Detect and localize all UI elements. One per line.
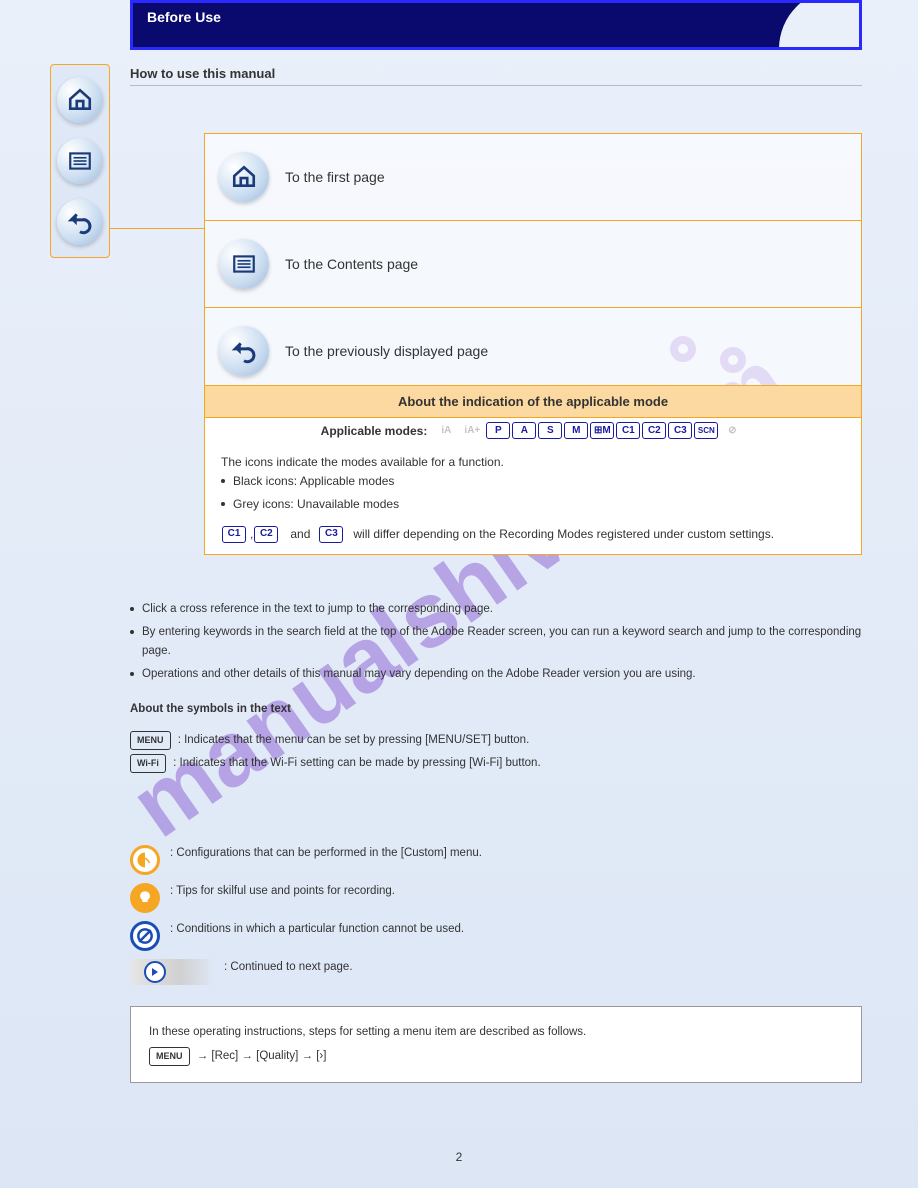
divider (130, 85, 862, 86)
continue-icon (130, 959, 214, 985)
list-icon-badge (219, 239, 269, 289)
mode-icon: S (538, 422, 562, 439)
custom-modes-note: C1, C2 and C3 will differ depending on t… (221, 525, 845, 544)
home-icon-badge (219, 152, 269, 202)
back-icon (231, 338, 257, 364)
nav-home-button[interactable] (57, 77, 103, 123)
home-icon (231, 164, 257, 190)
menu-badge: MENU (130, 731, 171, 750)
modes-icons-row: Applicable modes: iA iA+ P A S M ⊞M C1 C… (205, 418, 861, 443)
mode-icon: C1 (616, 422, 640, 439)
nav-sidebar (50, 64, 110, 258)
mode-icon: SCN (694, 422, 718, 439)
menu-badge: MENU (149, 1047, 190, 1065)
nav-toc-button[interactable] (57, 138, 103, 184)
legend-label: To the previously displayed page (285, 343, 488, 359)
body-content: Click a cross reference in the text to j… (130, 600, 862, 773)
page-banner: Before Use (130, 0, 862, 50)
modes-heading: About the indication of the applicable m… (205, 386, 861, 418)
page-title: How to use this manual (130, 66, 275, 81)
back-icon-badge (219, 326, 269, 376)
note-box: In these operating instructions, steps f… (130, 1006, 862, 1083)
mode-icon: ⊘ (720, 422, 744, 439)
legend-row-back: To the previously displayed page (205, 308, 861, 394)
modes-box: About the indication of the applicable m… (204, 385, 862, 555)
legend-row-home: To the first page (205, 134, 861, 221)
legend-label: To the first page (285, 169, 385, 185)
nav-legend: To the first page To the Contents page T… (204, 133, 862, 395)
nav-back-button[interactable] (57, 199, 103, 245)
back-icon (67, 209, 93, 235)
modes-sub: Applicable modes: (321, 424, 428, 438)
mode-icon: C3 (319, 526, 343, 543)
list-icon (231, 251, 257, 277)
mode-icon: C1 (222, 526, 246, 543)
unavailable-icon (130, 921, 160, 951)
legend-row-toc: To the Contents page (205, 221, 861, 308)
list-icon (67, 148, 93, 174)
custom-menu-icon (130, 845, 160, 875)
tip-icon (130, 883, 160, 913)
home-icon (67, 87, 93, 113)
legend-label: To the Contents page (285, 256, 418, 272)
modes-body: The icons indicate the modes available f… (205, 443, 861, 554)
wifi-badge: Wi-Fi (130, 754, 166, 773)
mode-icon: C2 (642, 422, 666, 439)
mode-icon: M (564, 422, 588, 439)
mode-icon: iA (434, 422, 458, 439)
symbols-heading: About the symbols in the text (130, 700, 862, 719)
mode-icon: iA+ (460, 422, 484, 439)
symbol-legend: : Configurations that can be performed i… (130, 845, 862, 993)
connector-line (110, 228, 205, 229)
mode-icon: ⊞M (590, 422, 614, 439)
mode-icon: P (486, 422, 510, 439)
mode-icon: C2 (254, 526, 278, 543)
mode-icon: C3 (668, 422, 692, 439)
page-number: 2 (0, 1150, 918, 1164)
banner-title: Before Use (133, 3, 859, 25)
mode-icon: A (512, 422, 536, 439)
